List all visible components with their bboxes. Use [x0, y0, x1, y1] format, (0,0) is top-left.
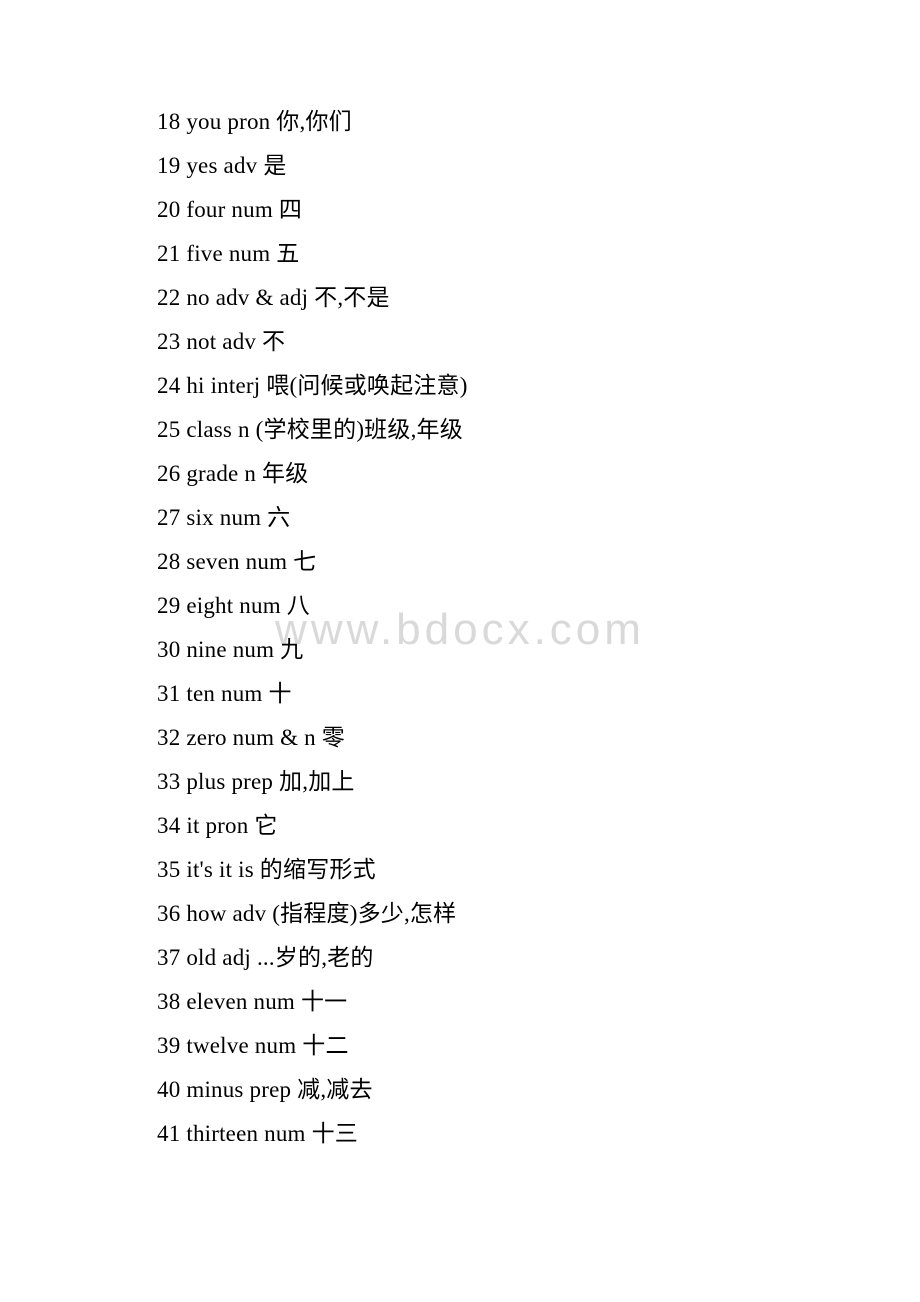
- list-item: 28 seven num 七: [157, 549, 317, 574]
- list-item: 41 thirteen num 十三: [157, 1121, 358, 1146]
- list-item: 24 hi interj 喂(问候或唤起注意): [157, 373, 468, 398]
- list-item: 30 nine num 九: [157, 637, 304, 662]
- list-item: 35 it's it is 的缩写形式: [157, 857, 376, 882]
- list-item: 19 yes adv 是: [157, 153, 287, 178]
- list-item: 37 old adj ...岁的,老的: [157, 945, 374, 970]
- list-item: 34 it pron 它: [157, 813, 278, 838]
- list-item: 27 six num 六: [157, 505, 291, 530]
- list-item: 36 how adv (指程度)多少,怎样: [157, 901, 457, 926]
- list-item: 22 no adv & adj 不,不是: [157, 285, 390, 310]
- list-item: 23 not adv 不: [157, 329, 286, 354]
- list-item: 29 eight num 八: [157, 593, 310, 618]
- list-item: 39 twelve num 十二: [157, 1033, 349, 1058]
- list-item: 32 zero num & n 零: [157, 725, 346, 750]
- vocabulary-list: 18 you pron 你,你们 19 yes adv 是 20 four nu…: [0, 100, 920, 1156]
- list-item: 25 class n (学校里的)班级,年级: [157, 417, 463, 442]
- document-page: www.bdocx.com 18 you pron 你,你们 19 yes ad…: [0, 0, 920, 1302]
- list-item: 38 eleven num 十一: [157, 989, 348, 1014]
- list-item: 21 five num 五: [157, 241, 300, 266]
- list-item: 26 grade n 年级: [157, 461, 309, 486]
- list-item: 31 ten num 十: [157, 681, 292, 706]
- list-item: 40 minus prep 减,减去: [157, 1077, 373, 1102]
- list-item: 18 you pron 你,你们: [157, 109, 352, 134]
- list-item: 20 four num 四: [157, 197, 303, 222]
- list-item: 33 plus prep 加,加上: [157, 769, 355, 794]
